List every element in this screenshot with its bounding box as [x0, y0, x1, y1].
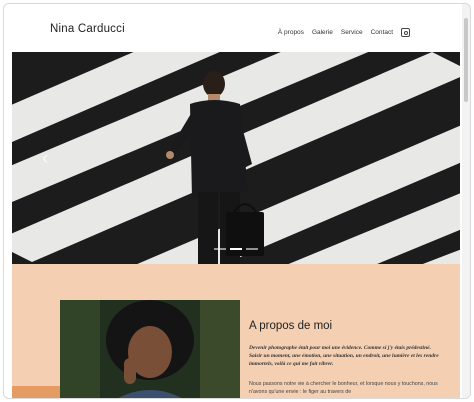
nav-service[interactable]: Service	[341, 29, 363, 36]
about-title: A propos de moi	[249, 320, 333, 332]
nav-contact[interactable]: Contact	[371, 29, 393, 36]
portrait-photo	[60, 300, 240, 398]
scrollbar[interactable]	[462, 4, 470, 398]
hero-carousel: ‹	[12, 52, 460, 264]
chevron-left-icon[interactable]: ‹	[42, 148, 48, 169]
browser-frame: Nina Carducci À propos Galerie Service C…	[3, 3, 471, 399]
accent-bar	[12, 386, 60, 398]
about-section: A propos de moi Devenir photographe étai…	[12, 264, 460, 398]
nav-apropos[interactable]: À propos	[278, 29, 304, 36]
about-quote: Devenir photographe était pour moi une é…	[249, 345, 439, 367]
nav-galerie[interactable]: Galerie	[312, 29, 333, 36]
carousel-indicator[interactable]	[214, 248, 226, 250]
carousel-indicator[interactable]	[246, 248, 258, 250]
scrollbar-thumb[interactable]	[464, 18, 468, 102]
site-brand[interactable]: Nina Carducci	[50, 23, 125, 35]
carousel-indicators	[214, 248, 258, 250]
site-header: Nina Carducci À propos Galerie Service C…	[4, 4, 460, 52]
instagram-icon[interactable]	[401, 28, 410, 37]
hero-image	[12, 52, 460, 264]
carousel-indicator[interactable]	[230, 248, 242, 250]
main-nav: À propos Galerie Service Contact	[278, 28, 410, 37]
about-body: Nous passons notre vie à chercher le bon…	[249, 381, 438, 395]
